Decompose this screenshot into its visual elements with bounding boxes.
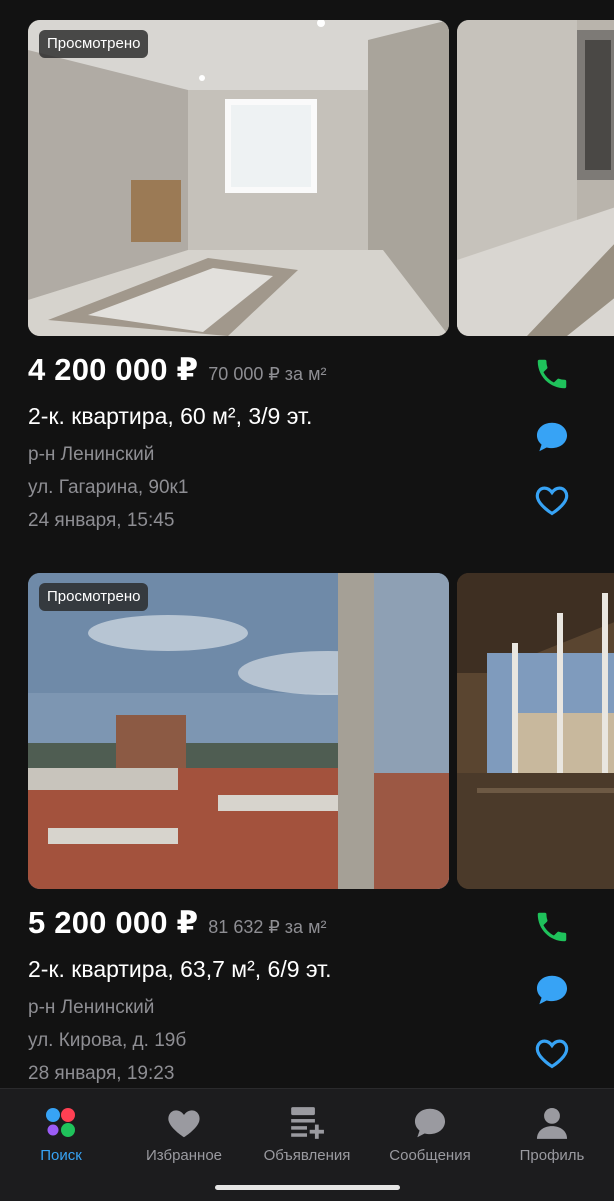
room-photo-image [28,20,449,336]
tab-label: Объявления [263,1147,351,1164]
phone-icon [537,912,567,942]
photo-gallery[interactable]: Просмотрено [28,573,614,889]
room-photo-image [457,20,614,336]
district: р-н Ленинский [28,444,155,465]
viewed-badge: Просмотрено [39,30,149,58]
add-listing-icon [291,1107,324,1139]
chat-bubble-icon [536,975,568,1005]
home-indicator[interactable] [215,1185,400,1190]
publish-date: 24 января, 15:45 [28,510,175,531]
heart-outline-icon [535,1039,569,1069]
listing-photo-next[interactable] [457,20,614,336]
district: р-н Ленинский [28,997,155,1018]
price-line: 4 200 000 ₽ 70 000 ₽ за м² [28,352,326,388]
address: ул. Гагарина, 90к1 [28,477,189,498]
price: 4 200 000 ₽ [28,352,199,387]
balcony-photo-image [457,573,614,889]
tab-label: Поиск [40,1147,82,1164]
tab-my-listings[interactable]: Объявления [247,1103,367,1164]
listing-photo[interactable]: Просмотрено [28,573,449,889]
search-dots-icon [46,1108,75,1137]
price: 5 200 000 ₽ [28,905,199,940]
write-message-button[interactable] [530,968,574,1012]
heart-icon [168,1110,200,1138]
price-per-m2: 81 632 ₽ за м² [208,917,327,937]
price-line: 5 200 000 ₽ 81 632 ₽ за м² [28,905,326,941]
listings-feed[interactable]: Просмотрено 4 200 000 ₽ 70 000 ₽ за м² 2-… [0,0,614,1088]
city-view-photo-image [28,573,449,889]
listing-card[interactable]: Просмотрено 4 200 000 ₽ 70 000 ₽ за м² 2-… [0,20,614,540]
listing-photo[interactable]: Просмотрено [28,20,449,336]
message-bubble-icon [414,1108,446,1138]
tab-profile[interactable]: Профиль [492,1103,612,1164]
call-button[interactable] [530,905,574,949]
tab-favorites[interactable]: Избранное [124,1103,244,1164]
photo-gallery[interactable]: Просмотрено [28,20,614,336]
listing-title[interactable]: 2-к. квартира, 60 м², 3/9 эт. [28,403,312,430]
viewed-badge: Просмотрено [39,583,149,611]
price-per-m2: 70 000 ₽ за м² [208,364,327,384]
listing-card[interactable]: Просмотрено 5 200 000 ₽ 81 632 ₽ за м² 2-… [0,573,614,1088]
tab-label: Избранное [145,1147,223,1164]
favorite-button[interactable] [530,1031,574,1075]
call-button[interactable] [530,352,574,396]
address: ул. Кирова, д. 19б [28,1030,187,1051]
phone-icon [537,359,567,389]
chat-bubble-icon [536,422,568,452]
favorite-button[interactable] [530,478,574,522]
person-icon [536,1107,568,1139]
publish-date: 28 января, 19:23 [28,1063,175,1084]
tab-label: Профиль [519,1147,585,1164]
tab-search[interactable]: Поиск [1,1103,121,1164]
write-message-button[interactable] [530,415,574,459]
listing-title[interactable]: 2-к. квартира, 63,7 м², 6/9 эт. [28,956,332,983]
tab-label: Сообщения [389,1147,471,1164]
listing-photo-next[interactable] [457,573,614,889]
tab-messages[interactable]: Сообщения [370,1103,490,1164]
heart-outline-icon [535,486,569,516]
